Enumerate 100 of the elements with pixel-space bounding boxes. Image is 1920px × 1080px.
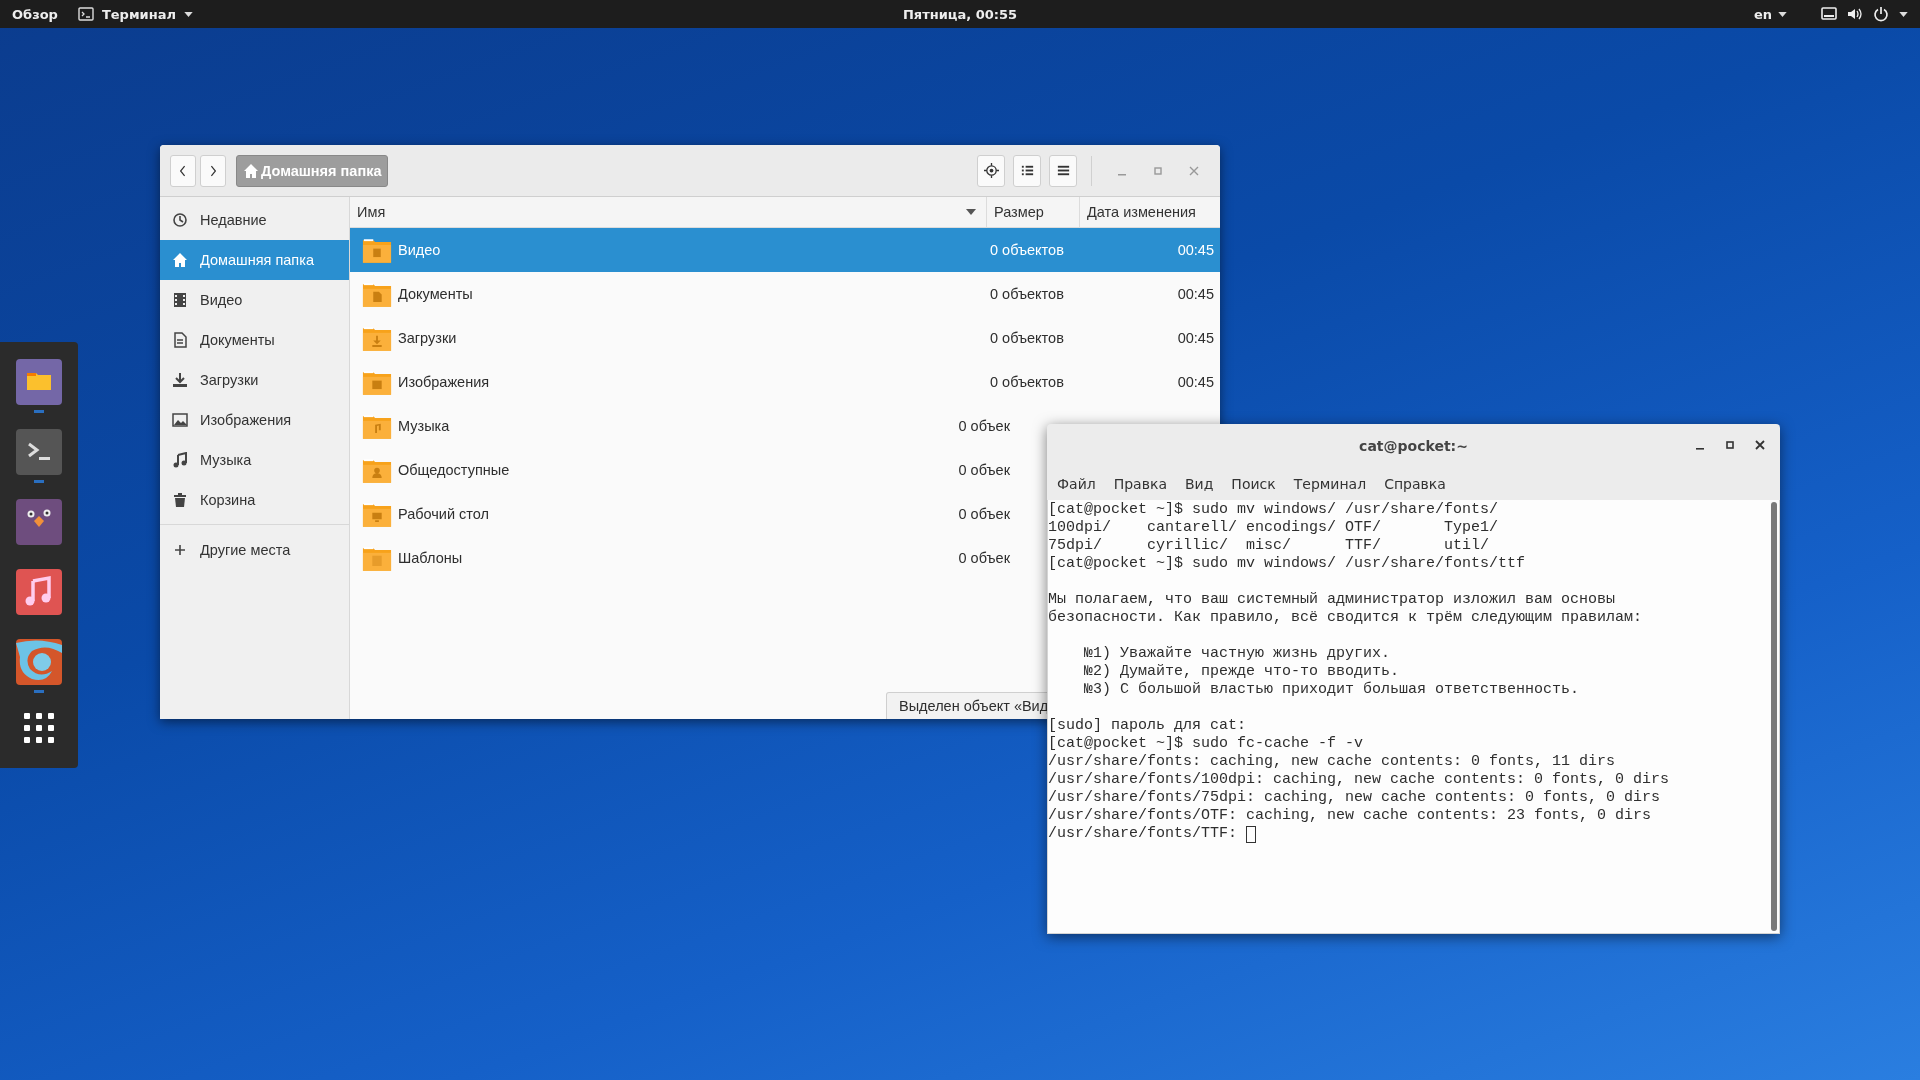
terminal-line: №2) Думайте, прежде что-то вводить. (1083, 663, 1400, 681)
music-icon[interactable] (16, 569, 62, 615)
terminal-line: [sudo] пароль для cat: (1048, 717, 1247, 735)
file-name: Рабочий стол (398, 506, 490, 522)
terminal-line: /usr/share/fonts/100dpi: caching, new cache contents: 0 fonts, 0 dirs (1048, 771, 1670, 789)
close-icon[interactable] (1754, 439, 1766, 451)
menu-item[interactable]: Файл (1057, 476, 1096, 492)
file-row[interactable]: Рабочий стол 0 объек (350, 492, 1044, 536)
sidebar-item[interactable]: Видео (160, 280, 349, 320)
menu-icon (1055, 163, 1071, 178)
sidebar-item[interactable]: Недавние (160, 200, 349, 240)
terminal-line: безопасности. Как правило, всё сводится к трём следующим правилам: (1048, 609, 1643, 627)
caret-icon[interactable] (1899, 11, 1908, 17)
file-name: Документы (398, 286, 473, 302)
terminal-line: /usr/share/fonts/OTF: caching, new cache contents: 23 fonts, 0 dirs (1048, 807, 1652, 825)
sort-icon (966, 209, 976, 215)
window-title: cat@pocket:~ (1359, 438, 1468, 454)
scrollbar[interactable] (1771, 502, 1777, 931)
terminal-line: [cat@pocket ~]$ sudo mv windows/ /usr/share/fonts/ (1048, 501, 1499, 519)
forward-icon (209, 163, 217, 178)
app-grid-icon[interactable] (24, 713, 54, 743)
menu-item[interactable]: Терминал (1293, 476, 1367, 492)
terminal-line: №1) Уважайте частную жизнь других. (1083, 645, 1391, 663)
item-count: 0 объек (957, 462, 1011, 478)
item-count: 0 объек (957, 506, 1011, 522)
item-count: 0 объек (957, 418, 1011, 434)
menu-item[interactable]: Справка (1384, 476, 1446, 492)
terminal-line: №3) С большой властью приходит большая ответственность. (1083, 681, 1580, 699)
file-row[interactable]: Музыка 0 объек (350, 404, 1044, 448)
sidebar-item[interactable]: Изображения (160, 400, 349, 440)
terminal-line: 75dpi/ cyrillic/ misc/ TTF/ util/ (1048, 537, 1490, 555)
back-icon (179, 163, 187, 178)
file-name: Музыка (398, 418, 450, 434)
file-row[interactable]: Шаблоны 0 объек (350, 536, 1044, 580)
home-icon (243, 162, 259, 179)
crosshair-icon (983, 163, 999, 178)
caret-icon (1778, 11, 1787, 17)
image-icon (172, 412, 188, 428)
language-menu[interactable]: en (1753, 6, 1787, 22)
activities-button[interactable]: Обзор (12, 6, 58, 22)
file-row[interactable]: Изображения 0 объектов 00:45 (350, 360, 1220, 404)
terminal-line: Мы полагаем, что ваш системный администратор изложил вам основы (1048, 591, 1616, 609)
cursor (1246, 825, 1257, 843)
terminal-line: /usr/share/fonts/75dpi: caching, new cache contents: 0 fonts, 0 dirs (1048, 789, 1661, 807)
home-icon (172, 252, 188, 268)
file-name: Загрузки (398, 330, 457, 346)
item-count: 0 объектов (989, 242, 1065, 258)
sidebar-item[interactable]: Корзина (160, 480, 349, 520)
bird-icon[interactable] (16, 499, 62, 545)
column-header[interactable]: Имя (350, 197, 987, 227)
column-header[interactable]: Дата изменения (1080, 197, 1220, 227)
folder-icon[interactable] (16, 359, 62, 405)
item-count: 0 объектов (989, 374, 1065, 390)
folder-icon (362, 236, 392, 264)
clock[interactable]: Пятница, 00:55 (902, 6, 1018, 22)
file-row[interactable]: Видео 0 объектов 00:45 (350, 228, 1220, 272)
terminal-line: /usr/share/fonts/TTF: (1048, 825, 1239, 843)
terminal-icon[interactable] (16, 429, 62, 475)
item-count: 0 объектов (989, 286, 1065, 302)
menu-item[interactable]: Правка (1113, 476, 1167, 492)
file-name: Изображения (398, 374, 490, 390)
terminal-icon (77, 6, 94, 22)
film-icon (172, 292, 188, 308)
display-icon[interactable] (1821, 6, 1837, 22)
download-icon (172, 372, 188, 388)
menu-item[interactable]: Поиск (1231, 476, 1276, 492)
item-count: 0 объек (957, 550, 1011, 566)
file-name: Общедоступные (398, 462, 510, 478)
app-menu[interactable]: Терминал (77, 6, 193, 22)
sidebar-item[interactable]: Загрузки (160, 360, 349, 400)
modified-time: 00:45 (1176, 374, 1215, 390)
other-locations-item[interactable]: Другие места (160, 530, 349, 570)
list-icon (1019, 163, 1035, 178)
file-row[interactable]: Общедоступные 0 объек (350, 448, 1044, 492)
menu-item[interactable]: Вид (1184, 476, 1214, 492)
modified-time: 00:45 (1176, 330, 1215, 346)
clock-icon (172, 212, 188, 228)
modified-time: 00:45 (1176, 242, 1215, 258)
file-name: Видео (398, 242, 441, 258)
plus-icon (172, 542, 188, 558)
sidebar-item[interactable]: Домашняя папка (160, 240, 349, 280)
location-button[interactable] (977, 154, 1005, 187)
view-button[interactable] (1013, 154, 1041, 187)
file-row[interactable]: Загрузки 0 объектов 00:45 (350, 316, 1220, 360)
maximize-icon[interactable] (1724, 439, 1736, 451)
music-note-icon (172, 452, 188, 468)
item-count: 0 объектов (989, 330, 1065, 346)
power-icon[interactable] (1873, 6, 1889, 22)
document-icon (172, 332, 188, 348)
menu-button[interactable] (1049, 154, 1077, 187)
terminal-line: /usr/share/fonts: caching, new cache contents: 0 fonts, 11 dirs (1048, 753, 1616, 771)
sidebar-item[interactable]: Документы (160, 320, 349, 360)
file-name: Шаблоны (398, 550, 463, 566)
volume-icon[interactable] (1847, 6, 1863, 22)
sidebar-item[interactable]: Музыка (160, 440, 349, 480)
modified-time: 00:45 (1176, 286, 1215, 302)
terminal-line: [cat@pocket ~]$ sudo mv windows/ /usr/share/fonts/ttf (1048, 555, 1526, 573)
column-header[interactable]: Размер (987, 197, 1080, 227)
file-row[interactable]: Документы 0 объектов 00:45 (350, 272, 1220, 316)
terminal-line: [cat@pocket ~]$ sudo fc-cache -f -v (1048, 735, 1364, 753)
